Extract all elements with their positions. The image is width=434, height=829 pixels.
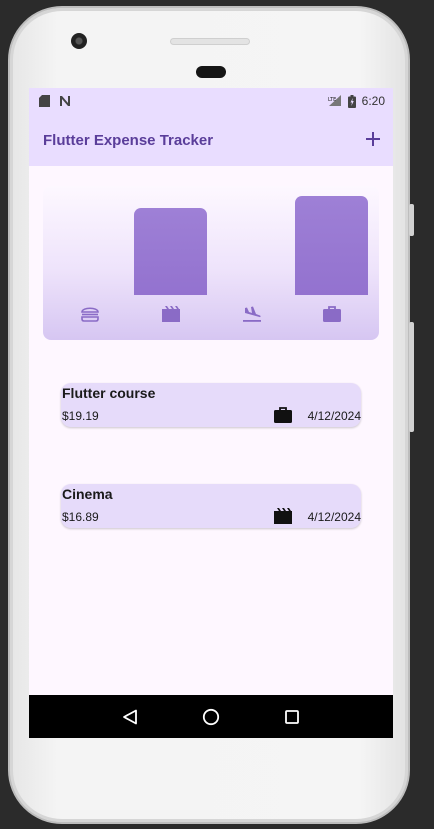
signal-icon: LTE	[328, 95, 341, 106]
nav-back-button[interactable]	[118, 705, 142, 729]
phone-frame: LTE 6:20 Flutter Expense Tracker Flutter…	[8, 6, 414, 824]
burger-icon	[80, 304, 100, 324]
system-nav-bar	[29, 695, 393, 738]
briefcase-icon	[274, 407, 292, 423]
app-screen: LTE 6:20 Flutter Expense Tracker Flutter…	[29, 88, 393, 738]
movie-icon	[161, 304, 181, 324]
expense-item[interactable]: Flutter course $19.19 4/12/2024	[61, 383, 361, 427]
front-camera	[71, 33, 87, 49]
battery-icon	[347, 94, 356, 108]
add-expense-button[interactable]	[365, 128, 381, 152]
expense-item[interactable]: Cinema $16.89 4/12/2024	[61, 484, 361, 528]
recents-square-icon	[285, 709, 300, 724]
power-button	[409, 204, 414, 236]
expense-date: 4/12/2024	[307, 510, 361, 524]
expense-amount: $16.89	[62, 510, 99, 524]
nav-home-button[interactable]	[199, 705, 223, 729]
speaker-slot	[196, 66, 226, 78]
app-title: Flutter Expense Tracker	[43, 131, 214, 149]
back-triangle-icon	[122, 709, 137, 724]
flight-land-icon	[242, 304, 262, 324]
n-icon	[60, 96, 70, 106]
status-time: 6:20	[361, 94, 385, 108]
status-bar: LTE 6:20	[29, 88, 393, 114]
expense-chart	[43, 186, 379, 340]
chart-bar-leisure	[134, 207, 207, 295]
movie-icon	[274, 508, 292, 524]
plus-icon	[366, 132, 380, 146]
nav-recents-button[interactable]	[280, 705, 304, 729]
chart-bar-work	[295, 196, 368, 295]
expense-title: Cinema	[62, 486, 113, 502]
expense-title: Flutter course	[62, 385, 156, 401]
sd-card-icon	[39, 95, 50, 107]
expense-date: 4/12/2024	[307, 409, 361, 423]
expense-amount: $19.19	[62, 409, 99, 423]
volume-button	[409, 322, 414, 432]
briefcase-icon	[322, 304, 342, 324]
home-circle-icon	[202, 708, 220, 725]
app-bar: Flutter Expense Tracker	[29, 114, 393, 166]
earpiece-grill	[170, 38, 250, 45]
network-label: LTE	[328, 97, 336, 103]
